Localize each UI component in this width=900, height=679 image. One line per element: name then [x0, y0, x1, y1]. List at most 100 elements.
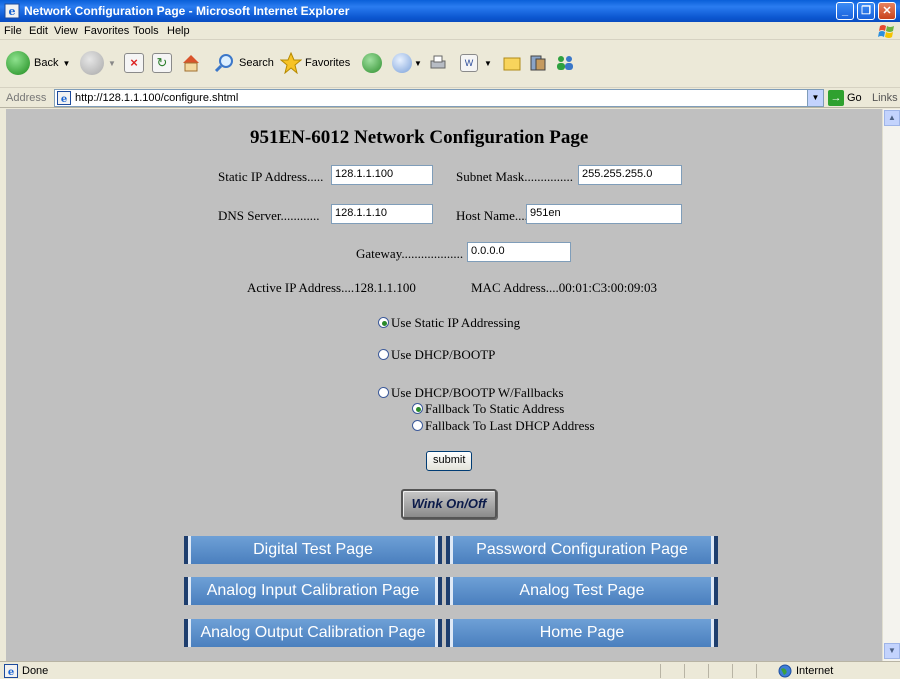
scroll-up-icon[interactable]: ▲ [884, 110, 900, 126]
status-divider [708, 664, 709, 678]
submit-button[interactable]: submit [426, 451, 473, 471]
radio-button-selected[interactable] [412, 403, 423, 414]
forward-button[interactable]: ▼ [80, 48, 116, 78]
internet-globe-icon [778, 664, 792, 678]
go-button[interactable]: → Go [828, 90, 862, 106]
radio-fallback-last-dhcp-label: Fallback To Last DHCP Address [425, 418, 595, 433]
radio-static-ip[interactable]: Use Static IP Addressing [378, 315, 520, 331]
radio-dhcp-fallbacks[interactable]: Use DHCP/BOOTP W/Fallbacks [378, 385, 564, 401]
mail-icon [392, 53, 412, 73]
word-edit-icon: W [460, 54, 478, 72]
active-ip-text: Active IP Address....128.1.1.100 [247, 280, 416, 295]
home-icon [183, 55, 199, 72]
research-button[interactable] [528, 48, 548, 78]
print-button[interactable] [428, 48, 448, 78]
host-name-input[interactable]: 951en [526, 204, 682, 224]
zone-text: Internet [796, 665, 834, 677]
gateway-input[interactable]: 0.0.0.0 [467, 242, 571, 262]
scroll-down-icon[interactable]: ▼ [884, 643, 900, 659]
windows-logo-icon [878, 25, 894, 38]
status-divider [732, 664, 733, 678]
home-page-button[interactable]: Home Page [446, 619, 718, 647]
go-label: Go [847, 92, 862, 104]
back-button[interactable]: Back ▼ [6, 48, 70, 78]
back-label: Back [34, 57, 59, 69]
menu-view[interactable]: View [54, 25, 78, 37]
dns-server-input[interactable]: 128.1.1.10 [331, 204, 433, 224]
analog-input-calibration-page-button[interactable]: Analog Input Calibration Page [184, 577, 442, 605]
svg-text:e: e [9, 5, 16, 18]
messenger-button[interactable] [554, 48, 576, 78]
radio-button-selected[interactable] [378, 317, 389, 328]
menu-tools[interactable]: Tools [133, 25, 159, 37]
dns-server-label: DNS Server............ [218, 208, 320, 223]
favorites-button[interactable]: Favorites [280, 48, 350, 78]
static-ip-label: Static IP Address..... [218, 169, 324, 184]
window-title: Network Configuration Page - Microsoft I… [24, 4, 350, 18]
mac-address-text: MAC Address....00:01:C3:00:09:03 [471, 280, 657, 295]
home-button[interactable] [180, 48, 202, 78]
stop-button[interactable]: × [124, 48, 144, 78]
menu-file[interactable]: File [4, 25, 22, 37]
forward-arrow-icon [80, 51, 104, 75]
radio-fallback-last-dhcp[interactable]: Fallback To Last DHCP Address [412, 418, 595, 434]
search-label: Search [239, 57, 274, 69]
mail-button[interactable]: ▼ [392, 48, 422, 78]
radio-button[interactable] [412, 420, 423, 431]
history-button[interactable] [362, 48, 382, 78]
title-bar: e Network Configuration Page - Microsoft… [0, 0, 900, 22]
radio-dhcp-label: Use DHCP/BOOTP [391, 347, 496, 362]
back-arrow-icon [6, 51, 30, 75]
wink-on-off-button[interactable]: Wink On/Off [401, 489, 497, 519]
address-dropdown-icon[interactable]: ▼ [807, 90, 823, 106]
digital-test-page-button[interactable]: Digital Test Page [184, 536, 442, 564]
address-label: Address [6, 92, 47, 104]
radio-button[interactable] [378, 349, 389, 360]
status-text: Done [22, 665, 49, 677]
analog-test-page-button[interactable]: Analog Test Page [446, 577, 718, 605]
gateway-label: Gateway................... [356, 246, 464, 261]
search-button[interactable]: Search [214, 48, 274, 78]
status-divider [684, 664, 685, 678]
menu-favorites[interactable]: Favorites [84, 25, 129, 37]
maximize-button[interactable]: ❐ [857, 2, 875, 20]
page-icon: e [57, 91, 71, 105]
menu-help[interactable]: Help [167, 25, 190, 37]
minimize-button[interactable]: _ [836, 2, 854, 20]
page-done-icon: e [4, 664, 18, 678]
radio-dhcp-fallbacks-label: Use DHCP/BOOTP W/Fallbacks [391, 385, 564, 400]
links-button[interactable]: Links [872, 92, 898, 104]
radio-button[interactable] [378, 387, 389, 398]
password-configuration-page-button[interactable]: Password Configuration Page [446, 536, 718, 564]
radio-dhcp[interactable]: Use DHCP/BOOTP [378, 347, 495, 363]
radio-fallback-static-label: Fallback To Static Address [425, 401, 565, 416]
static-ip-input[interactable]: 128.1.1.100 [331, 165, 433, 185]
history-icon [362, 53, 382, 73]
radio-fallback-static[interactable]: Fallback To Static Address [412, 401, 564, 417]
svg-text:e: e [61, 94, 67, 105]
toolbar: Back ▼ ▼ × ↻ Search Favorites ▼ W ▼ [0, 40, 900, 88]
status-bar: e Done Internet [0, 661, 900, 679]
close-button[interactable]: ✕ [878, 2, 896, 20]
search-icon [214, 54, 233, 73]
folder-icon [503, 57, 521, 71]
menu-edit[interactable]: Edit [29, 25, 48, 37]
messenger-icon [557, 56, 573, 70]
analog-output-calibration-page-button[interactable]: Analog Output Calibration Page [184, 619, 442, 647]
svg-text:e: e [8, 667, 14, 678]
address-input[interactable]: e http://128.1.1.100/configure.shtml ▼ [54, 89, 824, 107]
refresh-button[interactable]: ↻ [152, 48, 172, 78]
subnet-mask-input[interactable]: 255.255.255.0 [578, 165, 682, 185]
radio-static-ip-label: Use Static IP Addressing [391, 315, 521, 330]
page-heading: 951EN-6012 Network Configuration Page [250, 127, 589, 148]
status-divider [756, 664, 757, 678]
address-url: http://128.1.1.100/configure.shtml [75, 92, 239, 104]
vertical-scrollbar[interactable]: ▲ ▼ [882, 109, 900, 661]
edit-button[interactable]: W ▼ [460, 48, 492, 78]
ie-app-icon: e [4, 3, 20, 19]
discuss-button[interactable] [502, 48, 522, 78]
address-bar: Address e http://128.1.1.100/configure.s… [0, 88, 900, 108]
favorites-star-icon [280, 52, 302, 74]
status-divider [660, 664, 661, 678]
print-icon [430, 55, 446, 69]
